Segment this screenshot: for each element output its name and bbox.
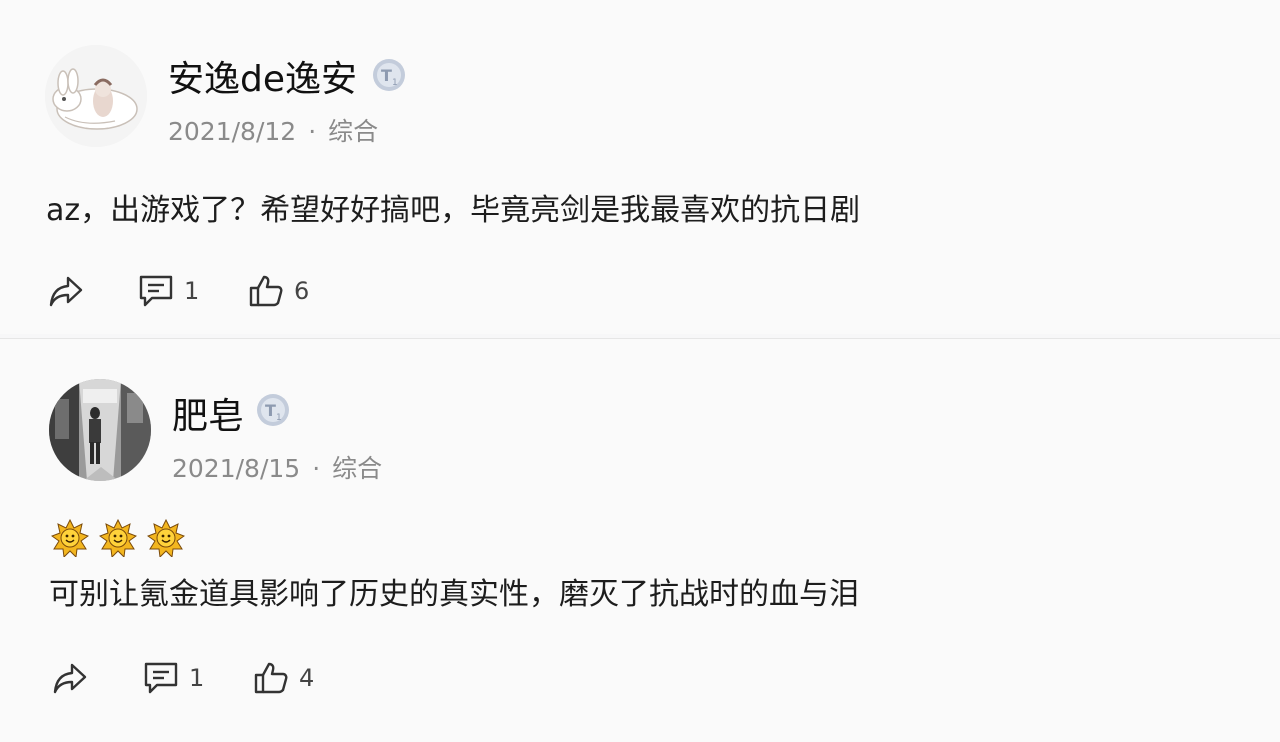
comment-icon bbox=[139, 275, 173, 307]
comment-card: 安逸de逸安 T 1 2021/8/12 · 综合 az，出游戏了？希望好好搞吧，毕… bbox=[0, 0, 1280, 334]
sun-emoji-icon bbox=[147, 519, 185, 557]
user-avatar[interactable] bbox=[49, 379, 151, 481]
reply-button[interactable]: 1 bbox=[143, 661, 204, 695]
share-icon bbox=[49, 276, 83, 307]
sun-emoji-icon bbox=[51, 519, 89, 557]
comment-card: 肥皂 T 1 2021/8/15 · 综合 可别让氪金道具影响了历史的真实性，磨… bbox=[0, 338, 1280, 742]
comment-category: 综合 bbox=[328, 117, 379, 146]
meta-separator: · bbox=[308, 117, 317, 146]
share-button[interactable] bbox=[48, 274, 84, 308]
svg-text:1: 1 bbox=[276, 413, 282, 423]
comment-date: 2021/8/12 bbox=[168, 117, 297, 146]
comment-content: 可别让氪金道具影响了历史的真实性，磨灭了抗战时的血与泪 bbox=[49, 577, 859, 612]
meta-separator: · bbox=[312, 454, 321, 483]
level-badge-icon: T 1 bbox=[257, 394, 289, 426]
like-count: 6 bbox=[294, 277, 310, 305]
reply-count: 1 bbox=[189, 664, 205, 692]
reply-button[interactable]: 1 bbox=[138, 274, 199, 308]
thumbs-up-icon bbox=[249, 275, 283, 307]
like-count: 4 bbox=[299, 664, 315, 692]
user-avatar[interactable] bbox=[45, 45, 147, 147]
share-button[interactable] bbox=[52, 661, 88, 695]
level-badge-icon: T 1 bbox=[373, 59, 405, 91]
svg-text:T: T bbox=[265, 401, 276, 420]
comment-category: 综合 bbox=[332, 454, 383, 483]
comment-date: 2021/8/15 bbox=[172, 454, 301, 483]
comment-content: az，出游戏了？希望好好搞吧，毕竟亮剑是我最喜欢的抗日剧 bbox=[46, 193, 861, 228]
svg-text:1: 1 bbox=[392, 78, 398, 88]
comment-meta: 2021/8/15 · 综合 bbox=[172, 449, 382, 485]
reply-count: 1 bbox=[184, 277, 200, 305]
username[interactable]: 肥皂 bbox=[172, 387, 244, 439]
like-button[interactable]: 4 bbox=[253, 661, 314, 695]
share-icon bbox=[53, 663, 87, 694]
emoji-row bbox=[51, 519, 185, 557]
like-button[interactable]: 6 bbox=[248, 274, 309, 308]
sun-emoji-icon bbox=[99, 519, 137, 557]
comment-meta: 2021/8/12 · 综合 bbox=[168, 112, 378, 148]
thumbs-up-icon bbox=[254, 662, 288, 694]
username[interactable]: 安逸de逸安 bbox=[168, 50, 357, 102]
bunny-avatar-icon bbox=[45, 45, 147, 147]
svg-text:T: T bbox=[381, 66, 392, 85]
photo-avatar-icon bbox=[49, 379, 151, 481]
comment-icon bbox=[144, 662, 178, 694]
